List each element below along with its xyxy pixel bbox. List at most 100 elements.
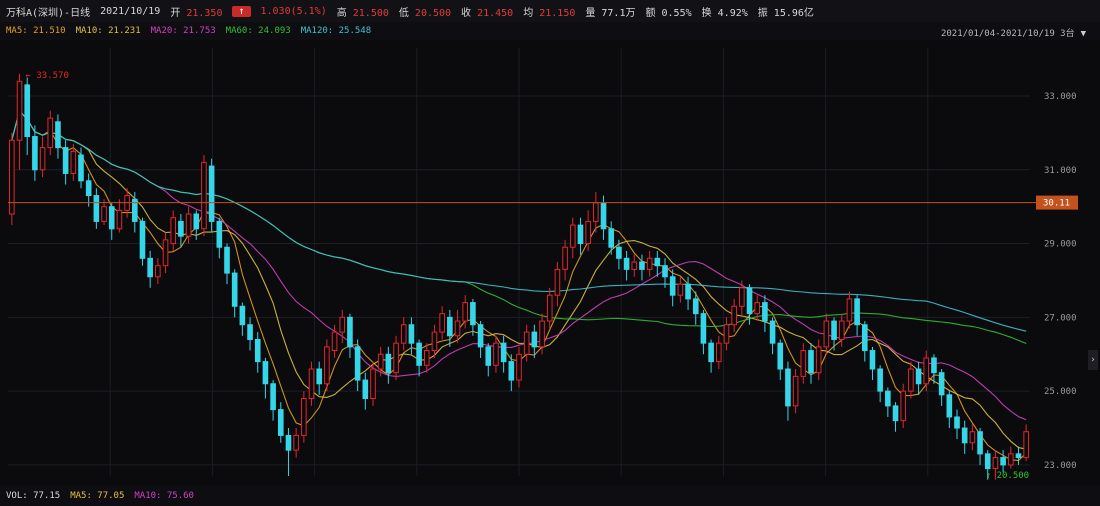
candle-body [385, 353, 392, 374]
candle-body [431, 331, 438, 352]
candle-body [293, 434, 299, 451]
volume-label: 量 [585, 7, 596, 19]
candle-body [101, 206, 107, 222]
candle-body [70, 150, 77, 174]
turnover-value: 4.92% [717, 7, 748, 19]
candle-body [908, 368, 914, 392]
candle-body [785, 368, 791, 407]
candle-body [508, 361, 515, 381]
candle-body [316, 368, 323, 385]
avg-label: 均 [523, 7, 534, 19]
candle-body [885, 390, 891, 407]
candle-body [539, 320, 545, 348]
candle-body [416, 342, 422, 366]
price-tick-label: 31.000 [1044, 166, 1077, 176]
candle-body [731, 305, 737, 326]
candle-body [562, 246, 568, 270]
candle-body [254, 338, 261, 363]
candle-body [324, 346, 330, 385]
period-low-marker: ↑ 20.500 [986, 471, 1029, 481]
ma10-legend: MA10: 21.231 [75, 26, 141, 36]
candle-body [32, 136, 38, 171]
candle-body [516, 353, 522, 381]
candle-body [24, 84, 31, 138]
candle-body [477, 324, 484, 348]
candle-body [470, 302, 476, 326]
candle-body [762, 302, 768, 322]
candle-body [500, 342, 507, 363]
candle-body [139, 220, 146, 259]
candle-body [954, 416, 960, 429]
candle-body [977, 431, 983, 455]
candle-body [869, 350, 876, 370]
candle-body [185, 213, 192, 237]
candle-body [216, 220, 223, 248]
side-panel-toggle-icon[interactable]: › [1088, 350, 1098, 370]
candle-body [931, 357, 937, 374]
candle-body [262, 361, 269, 385]
candle-body [838, 320, 845, 340]
candle-body [823, 320, 830, 348]
candle-body [631, 261, 638, 270]
quote-info-bar: 万科A(深圳)-日线 2021/10/19 开 21.350 ↑ 1.030(5… [0, 0, 1100, 22]
candle-body [231, 272, 238, 307]
candle-body [208, 165, 215, 222]
open-label: 开 [170, 7, 181, 19]
candlestick-chart[interactable]: 33.000 31.000 29.000 27.000 25.000 23.000 30.… [0, 40, 1100, 484]
extreme-markers: ← 33.570 ↑ 20.500 [26, 71, 1030, 481]
amount-label: 额 [645, 7, 656, 19]
candle-body [677, 283, 684, 296]
open-value: 21.350 [186, 7, 223, 19]
candle-body [147, 257, 153, 278]
candle-body [700, 313, 707, 344]
vol-ma10-legend: MA10: 75.60 [134, 491, 194, 501]
period-high-marker: ← 33.570 [26, 71, 69, 81]
ma60-legend: MA60: 24.093 [225, 26, 291, 36]
candle-body [569, 224, 576, 248]
ma-legend-bar: MA5: 21.510 MA10: 21.231 MA20: 21.753 MA… [0, 22, 1100, 40]
candle-body [646, 257, 653, 270]
candle-body [531, 331, 538, 348]
candle-body [692, 298, 699, 315]
candle-body [946, 394, 953, 418]
candle-body [608, 228, 615, 248]
candle-body [193, 213, 200, 230]
ma20-legend: MA20: 21.753 [150, 26, 216, 36]
avg-value: 21.150 [539, 7, 576, 19]
candle-body [585, 220, 591, 245]
candle-body [485, 346, 492, 366]
candle-body [239, 305, 246, 326]
amplitude-label: 振 [757, 7, 768, 19]
high-value: 21.500 [352, 7, 389, 19]
price-axis: 33.000 31.000 29.000 27.000 25.000 23.000 [1044, 92, 1077, 471]
candle-body [362, 379, 369, 400]
price-tick-label: 33.000 [1044, 92, 1077, 102]
change-value: 1.030(5.1%) [260, 5, 327, 17]
candle-body [892, 405, 899, 422]
candle-body [708, 342, 714, 363]
candle-body [247, 324, 253, 340]
candle-body [62, 147, 69, 174]
date-range-selector[interactable]: 2021/01/04-2021/10/19 3台 ▼ [941, 26, 1086, 39]
ma120-legend: MA120: 25.548 [300, 26, 372, 36]
candle-body [685, 283, 691, 300]
volume-legend-bar: VOL: 77.15 MA5: 77.05 MA10: 75.60 [0, 486, 1100, 506]
candle-body [854, 298, 860, 326]
candle-body [55, 121, 61, 149]
candle-body [616, 246, 622, 259]
close-label: 收 [461, 7, 472, 19]
candle-body [961, 427, 968, 444]
candle-body [792, 375, 799, 407]
dropdown-arrow-icon[interactable]: ▼ [1081, 29, 1086, 39]
vol-ma5-legend: MA5: 77.05 [70, 491, 125, 501]
candle-body [577, 224, 584, 245]
candle-body [308, 368, 315, 400]
price-tick-label: 23.000 [1044, 461, 1077, 471]
close-value: 21.450 [477, 7, 514, 19]
candle-body [493, 342, 499, 366]
change-pill: ↑ [232, 5, 251, 17]
candle-body [201, 161, 207, 230]
candle-body [984, 453, 991, 470]
candle-body [523, 331, 530, 355]
candle-body [600, 202, 607, 230]
